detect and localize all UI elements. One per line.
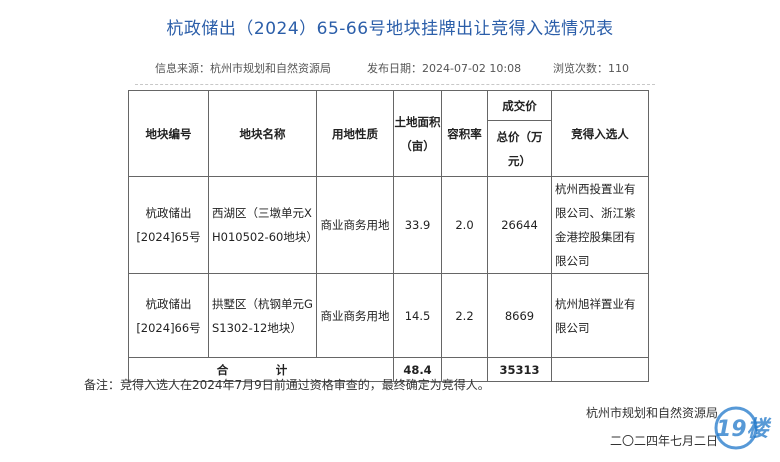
header-winner: 竞得入选人: [551, 90, 649, 177]
area-cell: 33.9: [393, 176, 442, 274]
remark-note: 备注：竞得入选人在2024年7月9日前通过资格审查的，最终确定为竞得人。: [84, 378, 490, 392]
header-price-group: 成交价: [487, 90, 552, 121]
header-land-use: 用地性质: [316, 90, 394, 177]
total-price-sum: 35313: [487, 357, 552, 382]
signature-date: 二〇二四年七月二日: [609, 434, 718, 448]
page-title: 杭政储出（2024）65-66号地块挂牌出让竞得入选情况表: [166, 19, 614, 39]
far-cell: 2.0: [441, 176, 488, 274]
area-cell: 14.5: [393, 273, 442, 358]
land-use-cell: 商业商务用地: [316, 176, 394, 274]
total-price-cell: 26644: [487, 176, 552, 274]
header-area: 土地面积（亩）: [393, 90, 442, 177]
winner-cell: 杭州西投置业有限公司、浙江紫金港控股集团有限公司: [551, 176, 649, 274]
plot-name-cell: 拱墅区（杭钢单元GS1302-12地块）: [208, 273, 317, 358]
winner-cell: 杭州旭祥置业有限公司: [551, 273, 649, 358]
table-row: 杭政储出[2024]65号 西湖区（三墩单元XH010502-60地块） 商业商…: [128, 176, 649, 274]
header-total-price: 总价（万元）: [487, 120, 552, 177]
header-plot-no: 地块编号: [128, 90, 209, 177]
land-use-cell: 商业商务用地: [316, 273, 394, 358]
signature-org: 杭州市规划和自然资源局: [585, 406, 718, 420]
land-result-table: 地块编号 地块名称 用地性质 土地面积（亩） 容积率 成交价 竞得入选人 总价（…: [128, 90, 649, 382]
watermark-logo-icon: 19楼: [714, 406, 772, 450]
total-winner-empty: [551, 357, 649, 382]
svg-text:19楼: 19楼: [716, 417, 772, 442]
far-cell: 2.2: [441, 273, 488, 358]
view-count: 浏览次数：110: [553, 62, 629, 75]
plot-name-cell: 西湖区（三墩单元XH010502-60地块）: [208, 176, 318, 274]
header-far: 容积率: [441, 90, 488, 177]
publish-date: 发布日期：2024-07-02 10:08: [367, 62, 522, 75]
header-plot-name: 地块名称: [208, 90, 317, 177]
table-row: 杭政储出[2024]66号 拱墅区（杭钢单元GS1302-12地块） 商业商务用…: [128, 273, 649, 358]
total-price-cell: 8669: [487, 273, 552, 358]
meta-divider: [135, 84, 655, 85]
plot-no-cell: 杭政储出[2024]66号: [128, 273, 209, 358]
info-source: 信息来源：杭州市规划和自然资源局: [155, 62, 331, 75]
plot-no-cell: 杭政储出[2024]65号: [128, 176, 209, 274]
article-meta: 信息来源：杭州市规划和自然资源局 发布日期：2024-07-02 10:08 浏…: [135, 60, 655, 78]
